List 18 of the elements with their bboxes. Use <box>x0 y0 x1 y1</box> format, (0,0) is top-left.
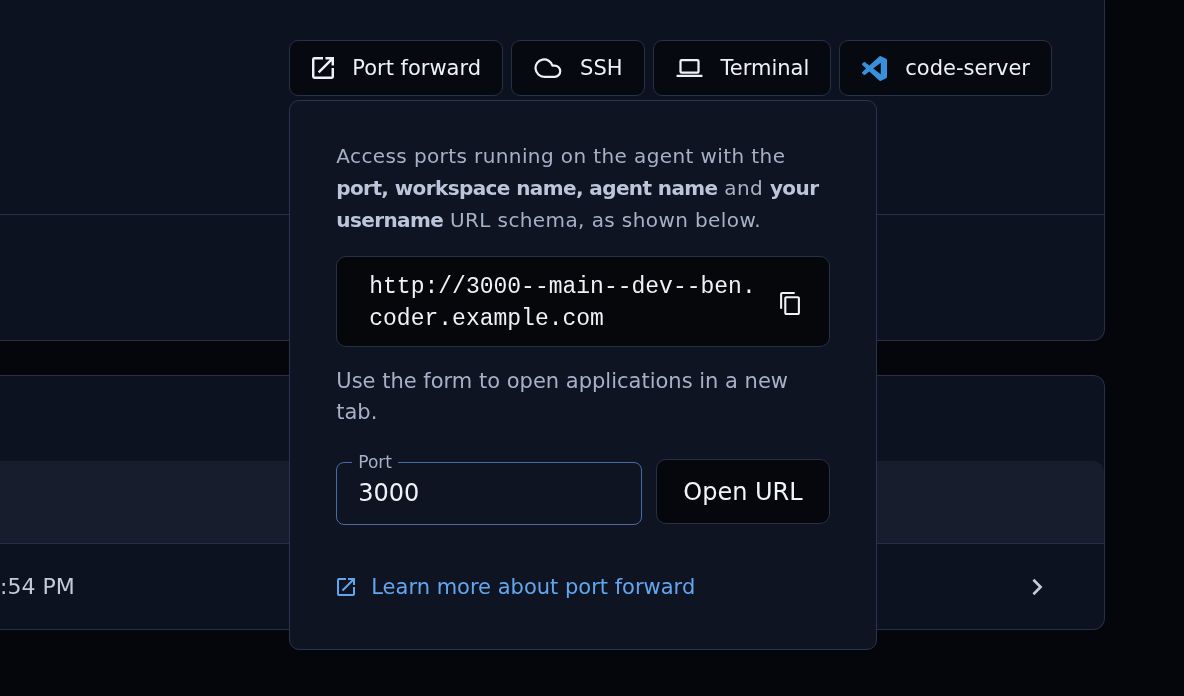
intro-text: Access ports running on the agent with the port, workspace name, agent name and your username URL schema, as shown below. <box>336 143 820 234</box>
laptop-icon <box>675 59 703 77</box>
chevron-right-icon[interactable] <box>1031 577 1043 596</box>
toolbar-button[interactable]: SSH <box>511 40 645 96</box>
learn-more-link[interactable]: Learn more about port forward <box>336 575 696 599</box>
table-cell: :54 PM <box>0 574 75 599</box>
external-link-icon <box>337 578 356 596</box>
port-field[interactable]: Port 3000 <box>336 452 642 525</box>
toolbar-button[interactable]: Terminal <box>652 40 832 96</box>
toolbar-button[interactable]: Port forward <box>289 40 504 96</box>
cloud-icon <box>534 58 563 78</box>
url-text: http://3000--main--dev--ben.coder.example.com <box>369 273 757 334</box>
form-hint-text: Use the form to open applications in a new tab. <box>336 368 789 426</box>
copy-icon[interactable] <box>780 291 801 315</box>
toolbar-button[interactable]: code-server <box>839 40 1052 96</box>
open-url-button[interactable]: Open URL <box>655 459 831 524</box>
external-link-icon <box>312 57 335 79</box>
editor-logo-icon <box>862 55 888 81</box>
